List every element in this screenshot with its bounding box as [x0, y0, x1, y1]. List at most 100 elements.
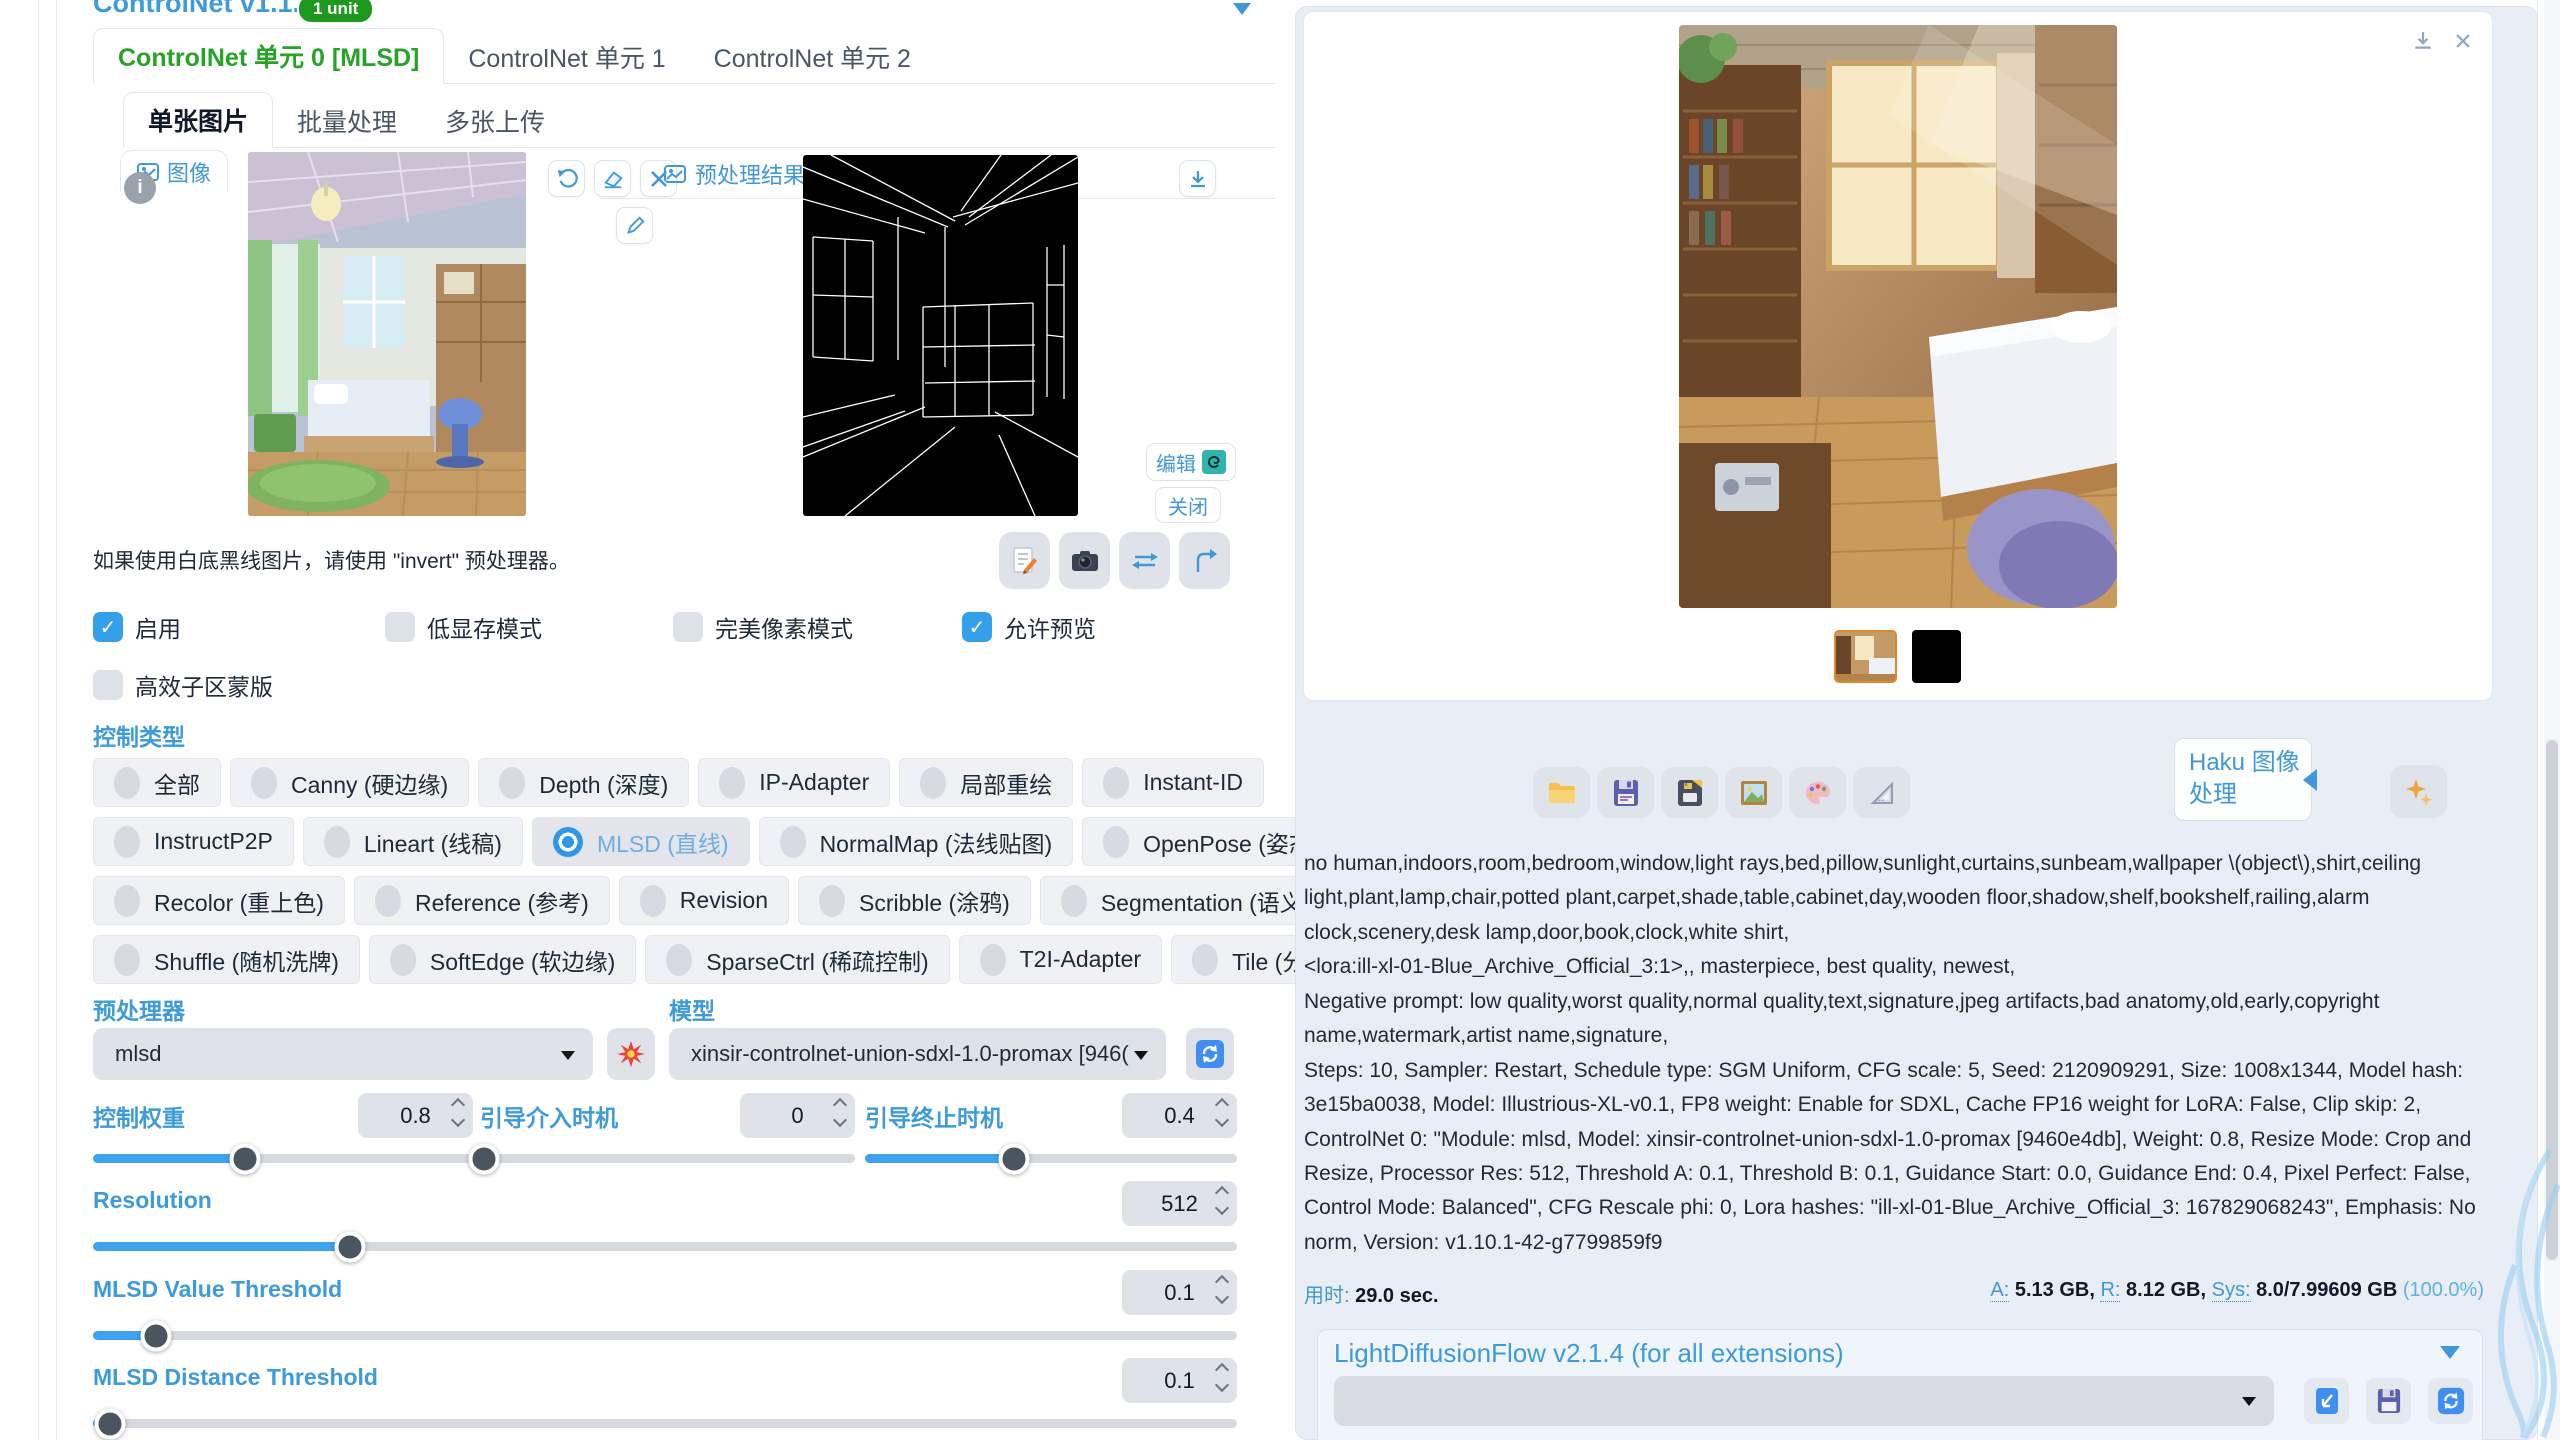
control-type-option[interactable]: SparseCtrl (稀疏控制): [645, 935, 949, 984]
control-type-option[interactable]: Reference (参考): [354, 876, 610, 925]
checkbox-option-4[interactable]: 高效子区蒙版: [93, 668, 273, 702]
checkbox-checked-icon[interactable]: ✓: [93, 612, 123, 642]
accordion-collapse-icon[interactable]: [1233, 3, 1251, 15]
run-preprocessor-button[interactable]: [607, 1028, 655, 1080]
control-type-option[interactable]: NormalMap (法线贴图): [759, 817, 1074, 866]
control-type-option[interactable]: MLSD (直线): [532, 817, 750, 866]
refresh-models-button[interactable]: [1186, 1028, 1234, 1080]
page-scrollbar[interactable]: [2544, 0, 2560, 1440]
control-type-option[interactable]: Canny (硬边缘): [230, 758, 469, 807]
control-type-option[interactable]: 局部重绘: [899, 758, 1073, 807]
slider-track[interactable]: [93, 1419, 1237, 1428]
radio-icon[interactable]: [324, 826, 350, 858]
controlnet-input-image[interactable]: [248, 152, 526, 516]
radio-icon[interactable]: [1103, 826, 1129, 858]
generated-image[interactable]: [1679, 25, 2117, 608]
checkbox-option-0[interactable]: ✓启用: [93, 610, 385, 644]
radio-icon[interactable]: [980, 944, 1006, 976]
radio-icon[interactable]: [114, 885, 140, 917]
preprocessor-dropdown[interactable]: mlsd: [93, 1028, 593, 1080]
control-type-option[interactable]: T2I-Adapter: [959, 935, 1162, 984]
slider-thumb[interactable]: [140, 1320, 171, 1351]
radio-icon[interactable]: [640, 885, 666, 917]
slider-track[interactable]: [93, 1154, 473, 1163]
checkbox-option-1[interactable]: 低显存模式: [385, 610, 673, 644]
slider-value-input[interactable]: 0.1: [1122, 1270, 1237, 1315]
control-type-option[interactable]: IP-Adapter: [698, 758, 890, 807]
stepper-icons[interactable]: [1217, 1100, 1227, 1125]
ldf-preset-dropdown[interactable]: [1334, 1376, 2274, 1426]
thumbnail-generated-selected[interactable]: [1834, 630, 1897, 683]
model-dropdown[interactable]: xinsir-controlnet-union-sdxl-1.0-promax …: [669, 1028, 1166, 1080]
mlsd-preview-image[interactable]: [803, 155, 1078, 516]
send-to-img2img-button[interactable]: [1725, 767, 1782, 818]
edit-in-photopea-button[interactable]: 编辑: [1146, 443, 1236, 481]
stepper-icons[interactable]: [1217, 1188, 1227, 1213]
radio-icon[interactable]: [499, 767, 525, 799]
download-image-button[interactable]: [2408, 26, 2438, 56]
mirror-webcam-button[interactable]: [1119, 532, 1170, 589]
radio-icon[interactable]: [375, 885, 401, 917]
slider-track[interactable]: [93, 1331, 1237, 1340]
control-type-option[interactable]: Recolor (重上色): [93, 876, 345, 925]
control-type-option[interactable]: Shuffle (随机洗牌): [93, 935, 360, 984]
tab-batch[interactable]: 批量处理: [273, 94, 421, 148]
scrollbar-thumb[interactable]: [2546, 740, 2558, 1260]
undo-button[interactable]: [548, 160, 585, 197]
radio-icon[interactable]: [819, 885, 845, 917]
control-type-option[interactable]: Lineart (线稿): [303, 817, 523, 866]
radio-icon[interactable]: [390, 944, 416, 976]
download-preview-button[interactable]: [1179, 160, 1216, 197]
stepper-icons[interactable]: [835, 1100, 845, 1125]
ldf-save-button[interactable]: [2366, 1378, 2411, 1424]
ldf-load-button[interactable]: [2304, 1378, 2349, 1424]
slider-value-input[interactable]: 512: [1122, 1181, 1237, 1226]
control-type-option[interactable]: Instant-ID: [1082, 758, 1264, 807]
new-canvas-button[interactable]: [999, 532, 1050, 589]
close-gallery-button[interactable]: [2448, 26, 2478, 56]
close-preview-button[interactable]: 关闭: [1155, 487, 1221, 523]
checkbox-checked-icon[interactable]: ✓: [962, 612, 992, 642]
thumbnail-controlnet-map[interactable]: [1912, 630, 1961, 683]
tab-multi-upload[interactable]: 多张上传: [421, 94, 569, 148]
send-to-extras-button[interactable]: [1789, 767, 1846, 818]
webcam-button[interactable]: [1059, 532, 1110, 589]
tab-controlnet-unit-1[interactable]: ControlNet 单元 1: [444, 30, 689, 84]
tab-controlnet-unit-0[interactable]: ControlNet 单元 0 [MLSD]: [93, 28, 444, 84]
radio-icon[interactable]: [920, 767, 946, 799]
radio-icon[interactable]: [114, 944, 140, 976]
slider-track[interactable]: [480, 1154, 855, 1163]
slider-value-input[interactable]: 0.1: [1122, 1358, 1237, 1403]
control-type-option[interactable]: Depth (深度): [478, 758, 689, 807]
control-type-option[interactable]: Revision: [619, 876, 789, 925]
tab-single-image[interactable]: 单张图片: [123, 92, 273, 148]
sketch-button[interactable]: [616, 207, 653, 244]
slider-value-input[interactable]: 0: [740, 1093, 855, 1138]
stepper-icons[interactable]: [1217, 1277, 1227, 1302]
ldf-refresh-button[interactable]: [2428, 1378, 2473, 1424]
checkbox-unchecked-icon[interactable]: [93, 670, 123, 700]
slider-thumb[interactable]: [335, 1231, 366, 1262]
radio-icon[interactable]: [251, 767, 277, 799]
checkbox-unchecked-icon[interactable]: [385, 612, 415, 642]
slider-value-input[interactable]: 0.4: [1122, 1093, 1237, 1138]
radio-icon[interactable]: [114, 767, 140, 799]
tab-controlnet-unit-2[interactable]: ControlNet 单元 2: [690, 30, 935, 84]
save-image-button[interactable]: [1597, 767, 1654, 818]
radio-icon[interactable]: [1103, 767, 1129, 799]
ldf-title[interactable]: LightDiffusionFlow v2.1.4 (for all exten…: [1334, 1338, 1844, 1369]
send-dimensions-button[interactable]: [1179, 532, 1230, 589]
eraser-button[interactable]: [594, 160, 631, 197]
control-type-option[interactable]: InstructP2P: [93, 817, 294, 866]
open-folder-button[interactable]: [1533, 767, 1590, 818]
save-zip-button[interactable]: [1661, 767, 1718, 818]
radio-icon[interactable]: [719, 767, 745, 799]
haku-image-process-button[interactable]: Haku 图像 处理: [2174, 738, 2312, 821]
radio-selected-icon[interactable]: [553, 827, 583, 857]
checkbox-unchecked-icon[interactable]: [673, 612, 703, 642]
info-icon[interactable]: i: [124, 172, 156, 204]
slider-thumb[interactable]: [468, 1143, 499, 1174]
slider-track[interactable]: [93, 1242, 1237, 1251]
enhance-button[interactable]: [2390, 765, 2447, 818]
generation-info[interactable]: no human,indoors,room,bedroom,window,lig…: [1304, 847, 2484, 1260]
